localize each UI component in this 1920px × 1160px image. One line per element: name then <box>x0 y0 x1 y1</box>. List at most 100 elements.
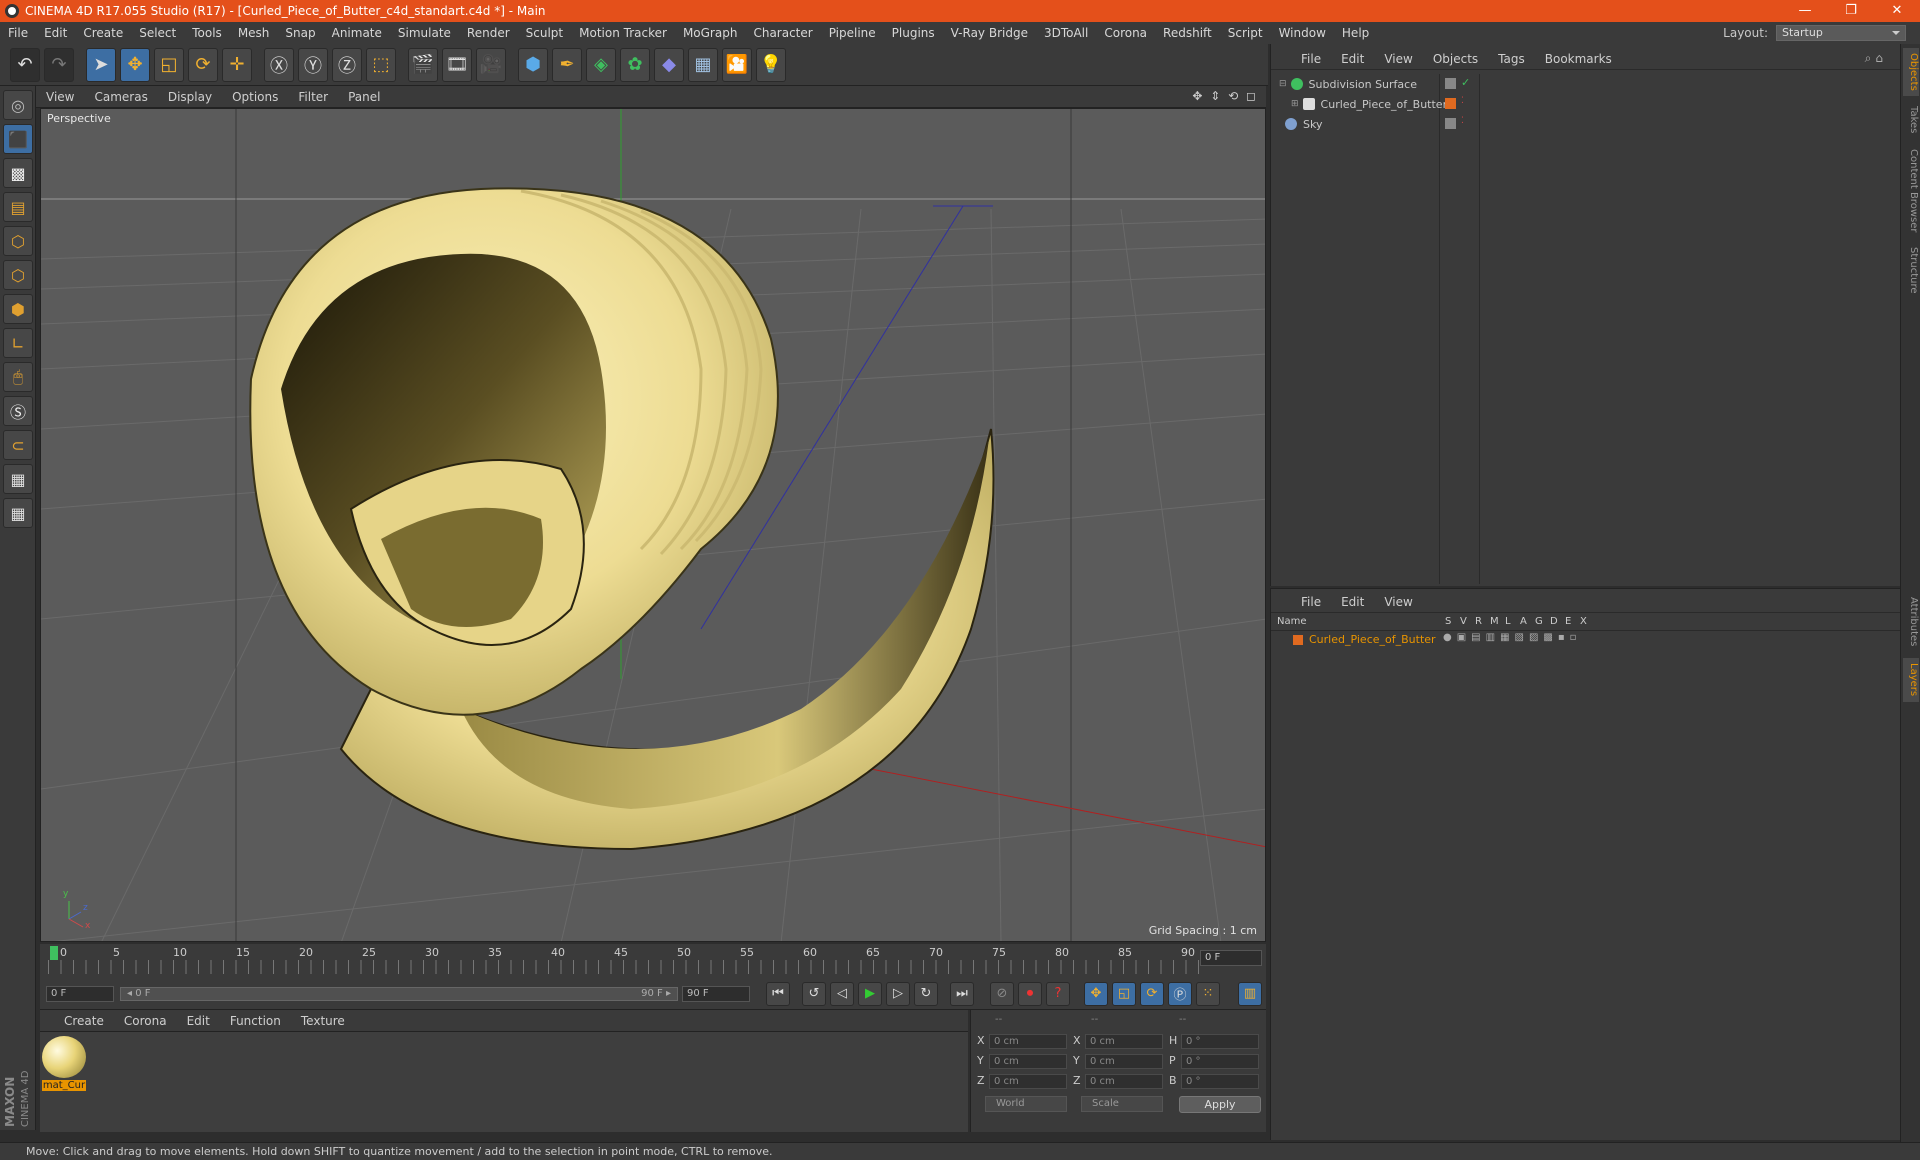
render-view-button[interactable]: 🎬 <box>408 47 438 82</box>
close-button[interactable]: ✕ <box>1874 0 1920 22</box>
edges-mode-button[interactable]: ⬡ <box>3 260 33 290</box>
undo-button[interactable]: ↶ <box>10 47 40 82</box>
layer-toggle-icons[interactable]: ●▣▤▥▦▧▨▩▪▫ <box>1443 632 1581 643</box>
z-axis-lock-button[interactable]: Ⓩ <box>332 47 362 82</box>
menu-3dtoall[interactable]: 3DToAll <box>1036 22 1096 44</box>
coord-pos-z-field[interactable]: 0 cm <box>989 1074 1067 1089</box>
material-menu-edit[interactable]: Edit <box>177 1010 220 1032</box>
autokey-button[interactable]: ? <box>1046 981 1070 1006</box>
object-row-butter[interactable]: ⊞ Curled_Piece_of_Butter ⁚ <box>1271 94 1901 114</box>
menu-simulate[interactable]: Simulate <box>390 22 459 44</box>
move-tool-button[interactable]: ✥ <box>120 47 150 82</box>
coord-rot-b-field[interactable]: 0 ° <box>1181 1074 1259 1089</box>
key-position-button[interactable]: ✥ <box>1084 981 1108 1006</box>
add-floor-button[interactable]: ▦ <box>688 47 718 82</box>
scale-tool-button[interactable]: ◱ <box>154 47 184 82</box>
menu-select[interactable]: Select <box>131 22 184 44</box>
perspective-viewport[interactable]: y z x Perspective Grid Spacing : 1 cm <box>40 108 1266 942</box>
points-mode-button[interactable]: ⬡ <box>3 226 33 256</box>
material-menu-corona[interactable]: Corona <box>114 1010 177 1032</box>
max-time-field[interactable]: 90 F <box>682 985 750 1002</box>
menu-mograph[interactable]: MoGraph <box>675 22 746 44</box>
object-row-sky[interactable]: Sky ⁚ <box>1271 114 1901 134</box>
menu-file[interactable]: File <box>0 22 36 44</box>
tab-objects[interactable]: Objects <box>1903 48 1919 96</box>
tab-structure[interactable]: Structure <box>1903 242 1919 298</box>
menu-help[interactable]: Help <box>1334 22 1377 44</box>
coord-size-y-field[interactable]: 0 cm <box>1085 1054 1163 1069</box>
motion-record-button[interactable]: ⊘ <box>990 981 1014 1006</box>
menu-pipeline[interactable]: Pipeline <box>821 22 884 44</box>
collapse-icon[interactable]: ⊟ <box>1279 79 1287 89</box>
record-active-button[interactable]: ⏺ <box>1018 981 1042 1006</box>
tab-takes[interactable]: Takes <box>1903 100 1919 140</box>
viewport-menu-options[interactable]: Options <box>222 86 288 108</box>
object-menu-file[interactable]: File <box>1291 48 1331 70</box>
visibility-dots-icon[interactable]: ⁚ <box>1461 96 1464 106</box>
object-menu-tags[interactable]: Tags <box>1488 48 1535 70</box>
snap-button[interactable]: Ⓢ <box>3 396 33 426</box>
material-swatch[interactable]: mat_Cur <box>42 1036 86 1092</box>
add-subdivision-button[interactable]: ◈ <box>586 47 616 82</box>
viewport-menu-cameras[interactable]: Cameras <box>84 86 157 108</box>
layer-row[interactable]: Curled_Piece_of_Butter ●▣▤▥▦▧▨▩▪▫ <box>1271 632 1901 648</box>
object-menu-view[interactable]: View <box>1374 48 1422 70</box>
add-array-button[interactable]: ✿ <box>620 47 650 82</box>
material-tag-icon[interactable] <box>1445 98 1456 109</box>
timeline-window-button[interactable]: ▥ <box>1238 981 1262 1006</box>
object-row-subdivision[interactable]: ⊟ Subdivision Surface ✓ <box>1271 74 1901 94</box>
coord-pos-y-field[interactable]: 0 cm <box>989 1054 1067 1069</box>
key-scale-button[interactable]: ◱ <box>1112 981 1136 1006</box>
rotate-tool-button[interactable]: ⟳ <box>188 47 218 82</box>
layer-color-swatch[interactable] <box>1293 635 1303 645</box>
viewport-menu-panel[interactable]: Panel <box>338 86 390 108</box>
menu-redshift[interactable]: Redshift <box>1155 22 1220 44</box>
minimize-button[interactable]: — <box>1782 0 1828 22</box>
material-list[interactable]: mat_Cur <box>40 1032 968 1132</box>
menu-character[interactable]: Character <box>745 22 820 44</box>
layout-select[interactable]: Startup <box>1776 25 1906 41</box>
menu-render[interactable]: Render <box>459 22 518 44</box>
lock-workplane-button[interactable]: ▦ <box>3 464 33 494</box>
add-light-button[interactable]: 💡 <box>756 47 786 82</box>
coord-rot-p-field[interactable]: 0 ° <box>1181 1054 1259 1069</box>
add-cube-button[interactable]: ⬢ <box>518 47 548 82</box>
menu-create[interactable]: Create <box>75 22 131 44</box>
menu-script[interactable]: Script <box>1220 22 1271 44</box>
model-mode-button[interactable]: ⬛ <box>3 124 33 154</box>
visibility-dots-icon[interactable]: ⁚ <box>1461 116 1464 126</box>
menu-mesh[interactable]: Mesh <box>230 22 278 44</box>
current-frame-marker[interactable] <box>50 946 58 960</box>
x-axis-lock-button[interactable]: Ⓧ <box>264 47 294 82</box>
viewport-nav-icons[interactable]: ✥ ⇕ ⟲ ◻ <box>1192 89 1258 103</box>
planar-workplane-button[interactable]: ▦ <box>3 498 33 528</box>
object-menu-bookmarks[interactable]: Bookmarks <box>1535 48 1622 70</box>
apply-button[interactable]: Apply <box>1179 1096 1261 1113</box>
workplane-mode-button[interactable]: ▤ <box>3 192 33 222</box>
layer-menu-file[interactable]: File <box>1291 591 1331 613</box>
y-axis-lock-button[interactable]: Ⓨ <box>298 47 328 82</box>
restore-button[interactable]: ❐ <box>1828 0 1874 22</box>
viewport-menu-view[interactable]: View <box>36 86 84 108</box>
coordinate-system-button[interactable]: ⬚ <box>366 47 396 82</box>
coord-rot-h-field[interactable]: 0 ° <box>1181 1034 1259 1049</box>
layer-tag-icon[interactable] <box>1445 118 1456 129</box>
tab-layers[interactable]: Layers <box>1903 658 1919 702</box>
material-menu-create[interactable]: Create <box>54 1010 114 1032</box>
next-frame-button[interactable]: ▷ <box>886 981 910 1006</box>
layer-menu-view[interactable]: View <box>1374 591 1422 613</box>
layer-tag-icon[interactable] <box>1445 78 1456 89</box>
layer-menu-edit[interactable]: Edit <box>1331 591 1374 613</box>
min-time-field[interactable]: 0 F <box>46 985 114 1002</box>
expand-icon[interactable]: ⊞ <box>1291 99 1299 109</box>
render-picture-viewer-button[interactable]: 🎞 <box>442 47 472 82</box>
enabled-check-icon[interactable]: ✓ <box>1461 76 1470 89</box>
next-key-button[interactable]: ↻ <box>914 981 938 1006</box>
time-range-slider[interactable]: ◂ 0 F 90 F ▸ <box>120 986 678 1001</box>
object-manager-search-icon[interactable]: ⌕⌂ <box>1865 51 1887 66</box>
polygons-mode-button[interactable]: ⬢ <box>3 294 33 324</box>
coord-size-z-field[interactable]: 0 cm <box>1085 1074 1163 1089</box>
texture-mode-button[interactable]: ▩ <box>3 158 33 188</box>
coord-size-x-field[interactable]: 0 cm <box>1085 1034 1163 1049</box>
coord-scale-dropdown[interactable]: Scale <box>1081 1096 1163 1112</box>
